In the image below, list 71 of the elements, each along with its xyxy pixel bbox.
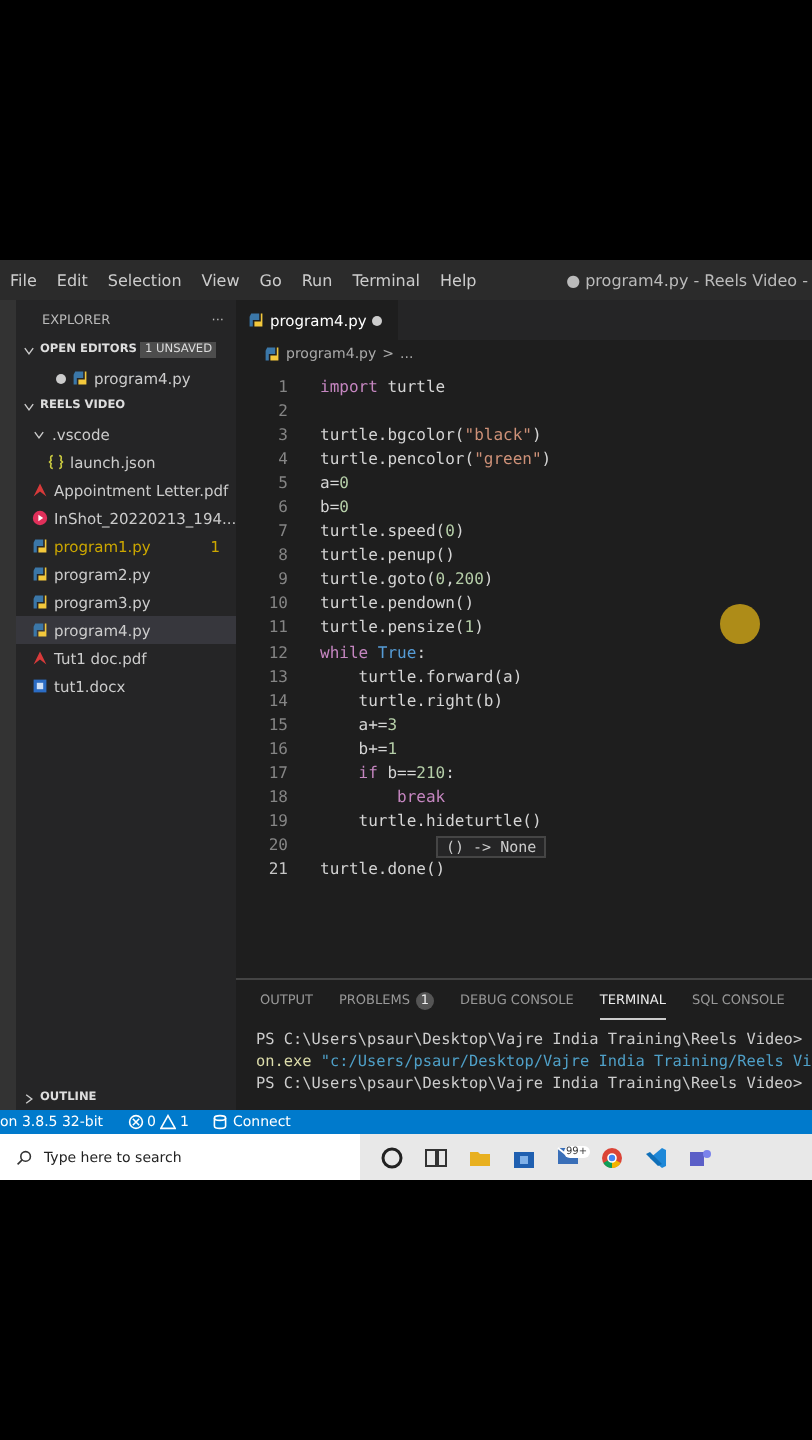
line-number: 4 bbox=[276, 449, 290, 468]
code-line: b+=1 bbox=[356, 739, 398, 758]
code-line: b=0 bbox=[320, 498, 349, 517]
line-number: 5 bbox=[276, 473, 290, 492]
code-line: if b==210: bbox=[356, 764, 455, 783]
teams-icon[interactable] bbox=[688, 1145, 712, 1169]
chrome-icon[interactable] bbox=[600, 1145, 624, 1169]
line-number: 13 bbox=[266, 667, 290, 686]
code-line: turtle.pensize(1) bbox=[320, 618, 484, 637]
menu-item[interactable]: File bbox=[0, 271, 47, 289]
python-file-icon bbox=[32, 538, 48, 554]
pdf-file-icon bbox=[32, 482, 48, 498]
python-file-icon bbox=[32, 622, 48, 638]
code-line: turtle.goto(0,200) bbox=[320, 570, 494, 589]
line-number: 8 bbox=[276, 546, 290, 565]
line-number: 3 bbox=[276, 425, 290, 444]
line-number: 1 bbox=[276, 377, 290, 396]
menu-item[interactable]: Help bbox=[430, 271, 487, 289]
warning-icon bbox=[160, 1114, 177, 1130]
code-line: turtle.penup() bbox=[320, 546, 455, 565]
menu-item[interactable]: Terminal bbox=[342, 271, 430, 289]
pdf-file-icon bbox=[32, 650, 48, 666]
line-number: 19 bbox=[266, 812, 290, 831]
database-icon bbox=[212, 1114, 229, 1130]
code-line: turtle.pendown() bbox=[320, 594, 475, 613]
code-line: break bbox=[395, 788, 446, 807]
line-number: 7 bbox=[276, 522, 290, 541]
code-line: while True: bbox=[320, 643, 427, 662]
code-line: turtle.bgcolor("black") bbox=[320, 425, 542, 444]
word-file-icon bbox=[32, 678, 48, 694]
code-line: import turtle bbox=[320, 377, 446, 396]
line-number: 2 bbox=[276, 401, 290, 420]
code-editor-icon[interactable] bbox=[644, 1145, 668, 1169]
line-number: 9 bbox=[276, 570, 290, 589]
code-line: turtle.right(b) bbox=[356, 691, 504, 710]
line-number: 20 bbox=[266, 836, 290, 855]
line-number: 16 bbox=[266, 739, 290, 758]
error-icon bbox=[127, 1114, 144, 1130]
task-view-icon[interactable] bbox=[424, 1145, 448, 1169]
code-line: turtle.hideturtle() bbox=[356, 812, 542, 831]
line-number: 18 bbox=[266, 788, 290, 807]
code-line: turtle.pencolor("green") bbox=[320, 449, 552, 468]
code-line: a=0 bbox=[320, 473, 349, 492]
json-file-icon bbox=[48, 454, 64, 470]
python-file-icon bbox=[264, 346, 280, 362]
line-number: 17 bbox=[266, 764, 290, 783]
line-number: 14 bbox=[266, 691, 290, 710]
code-line: turtle.speed(0) bbox=[320, 522, 465, 541]
click-indicator bbox=[720, 604, 760, 644]
line-number: 10 bbox=[266, 594, 290, 613]
search-icon bbox=[16, 1149, 32, 1165]
menu-item[interactable]: Edit bbox=[46, 271, 98, 289]
menu-item[interactable]: Selection bbox=[97, 271, 192, 289]
line-number: 12 bbox=[266, 643, 290, 662]
code-line: turtle.forward(a) bbox=[356, 667, 523, 686]
video-file-icon bbox=[32, 510, 48, 526]
line-number: 6 bbox=[276, 498, 290, 517]
line-number: 11 bbox=[266, 618, 290, 637]
python-file-icon bbox=[32, 594, 48, 610]
code-line: a+=3 bbox=[356, 715, 398, 734]
line-number: 15 bbox=[266, 715, 290, 734]
python-file-icon bbox=[32, 566, 48, 582]
code-line: turtle.done() bbox=[320, 860, 446, 879]
circle-icon[interactable] bbox=[380, 1145, 404, 1169]
python-file-icon bbox=[248, 312, 264, 328]
menu-item[interactable]: Go bbox=[249, 271, 292, 289]
window-title: ● program4.py - Reels Video - bbox=[566, 271, 810, 289]
menu-item[interactable]: Run bbox=[291, 271, 343, 289]
python-file-icon bbox=[72, 370, 88, 386]
menu-item[interactable]: View bbox=[191, 271, 250, 289]
line-number: 21 bbox=[266, 860, 290, 879]
